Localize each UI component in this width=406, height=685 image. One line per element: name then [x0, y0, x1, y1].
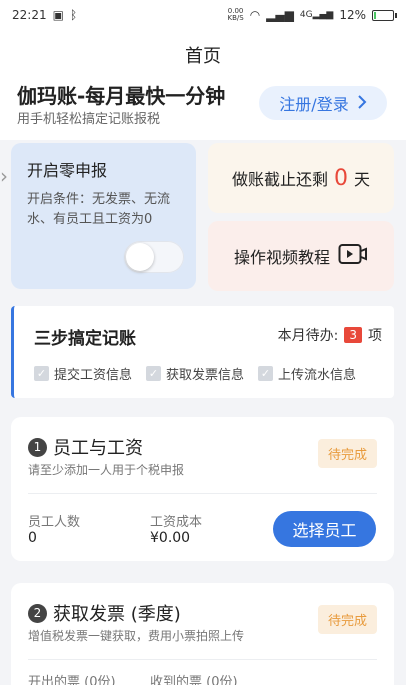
zero-report-toggle[interactable] [124, 241, 184, 273]
todo-prefix: 本月待办: [277, 328, 339, 344]
step-item-invoice[interactable]: ✓ 获取发票信息 [146, 364, 244, 383]
deadline-suffix: 天 [354, 170, 371, 189]
todo-suffix: 项 [368, 328, 382, 344]
step-item-bank-flow[interactable]: ✓ 上传流水信息 [258, 364, 356, 383]
checkbox-icon: ✓ [146, 366, 162, 381]
divider [28, 659, 377, 660]
invoice-status-badge: 待完成 [317, 605, 377, 634]
three-steps-card: 三步搞定记账 本月待办: 3 项 ✓ 提交工资信息 ✓ 获取发票信息 ✓ 上传流水信息 [11, 306, 394, 398]
steps-checklist: ✓ 提交工资信息 ✓ 获取发票信息 ✓ 上传流水信息 [34, 364, 356, 383]
employee-count-value: 0 [28, 530, 37, 546]
step-item-salary[interactable]: ✓ 提交工资信息 [34, 364, 132, 383]
invoice-card: 2 获取发票 (季度) 增值税发票一键获取，费用小票拍照上传 待完成 开出的票 … [11, 583, 394, 685]
invoice-section-title: 2 获取发票 (季度) [28, 600, 181, 626]
video-tutorial-card[interactable]: 操作视频教程 [208, 221, 394, 291]
step-number-badge: 2 [28, 603, 47, 623]
battery-percent: 12% [339, 8, 366, 22]
todo-count-badge: 3 [344, 327, 362, 343]
checkbox-icon: ✓ [258, 366, 274, 381]
zero-report-card: 开启零申报 开启条件：无发票、无流水、有员工且工资为0 [11, 143, 196, 289]
employee-status-badge: 待完成 [317, 439, 377, 468]
notification-icon: ▣ [52, 8, 64, 22]
video-play-icon [338, 243, 368, 269]
employee-section-title: 1 员工与工资 [28, 434, 143, 460]
employee-count-label: 员工人数 [28, 515, 81, 530]
battery-icon [372, 9, 397, 21]
salary-cost-label: 工资成本 [150, 515, 203, 530]
issued-invoices-label: 开出的票 (0份) [28, 675, 116, 685]
select-employee-button[interactable]: 选择员工 [273, 511, 376, 547]
signal-4g-icon: 4G▂▄▆ [299, 10, 334, 20]
video-tutorial-label: 操作视频教程 [233, 248, 330, 267]
employee-subtitle: 请至少添加一人用于个税申报 [28, 463, 185, 477]
wifi-icon: ◠ [249, 8, 261, 22]
deadline-card[interactable]: 做账截止还剩 0 天 [208, 143, 394, 213]
chevron-right-icon [357, 94, 367, 113]
step-number-badge: 1 [28, 437, 47, 457]
steps-title: 三步搞定记账 [34, 329, 136, 349]
zero-report-title: 开启零申报 [27, 161, 108, 180]
checkbox-icon: ✓ [34, 366, 49, 381]
login-button[interactable]: 注册/登录 [259, 86, 387, 120]
deadline-days: 0 [334, 165, 348, 191]
bluetooth-icon: ᛒ [69, 8, 78, 22]
brand-title: 伽玛账-每月最快一分钟 [17, 84, 226, 108]
page-title: 首页 [185, 46, 221, 67]
status-bar: 22:21 ▣ ᛒ 0.00 KB/S ◠ ▂▄▆ 4G▂▄▆ 12% [0, 0, 406, 30]
network-speed: 0.00 KB/S [227, 7, 244, 22]
zero-report-desc: 开启条件：无发票、无流水、有员工且工资为0 [27, 192, 171, 227]
deadline-prefix: 做账截止还剩 [231, 170, 328, 189]
brand-subtitle: 用手机轻松搞定记账报税 [17, 112, 161, 127]
toggle-knob [126, 243, 154, 271]
salary-cost-value: ¥0.00 [150, 530, 191, 546]
status-time: 22:21 [12, 8, 47, 22]
monthly-todo: 本月待办: 3 项 [278, 325, 382, 345]
signal-icon: ▂▄▆ [266, 8, 294, 22]
side-drawer-chevron-icon[interactable]: › [0, 164, 8, 188]
invoice-subtitle: 增值税发票一键获取，费用小票拍照上传 [28, 629, 245, 643]
divider [28, 493, 377, 494]
employee-salary-card: 1 员工与工资 请至少添加一人用于个税申报 待完成 员工人数 0 工资成本 ¥0… [11, 417, 394, 561]
received-invoices-label: 收到的票 (0份) [150, 675, 238, 685]
login-label: 注册/登录 [279, 95, 349, 114]
